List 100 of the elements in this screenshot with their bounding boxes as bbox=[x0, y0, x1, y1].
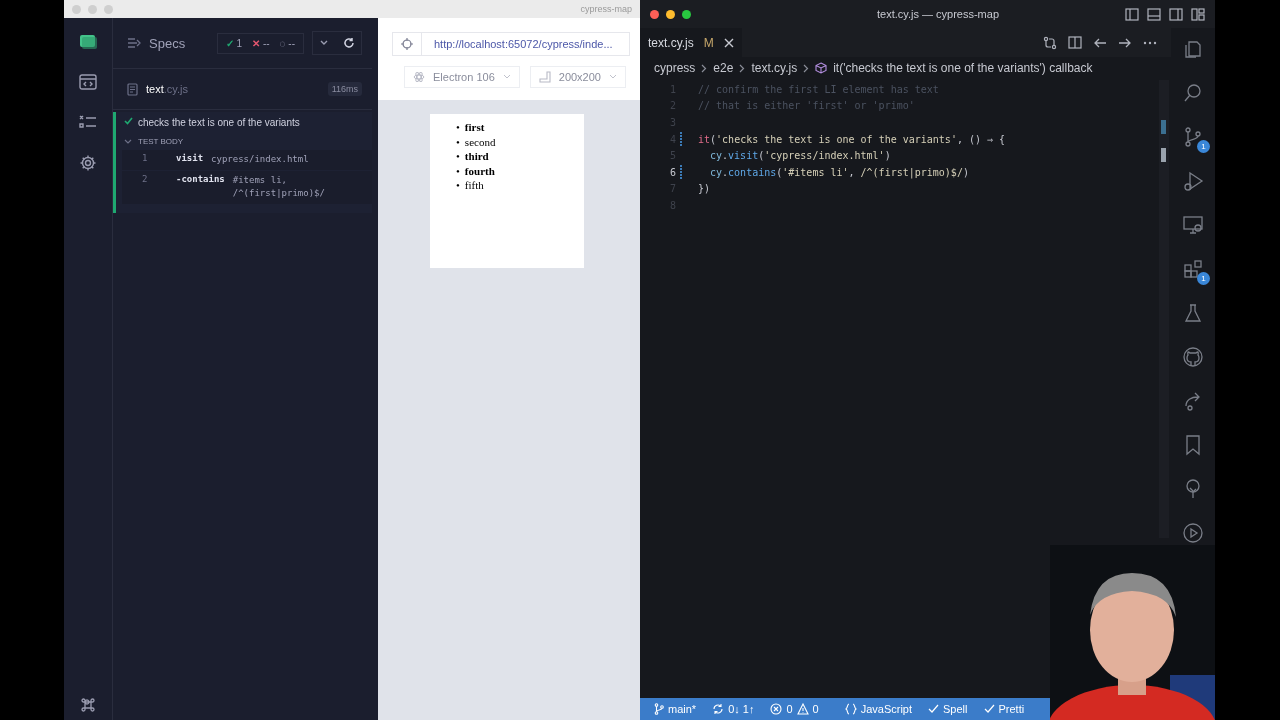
line-number: 6 bbox=[668, 166, 676, 178]
sync-status[interactable]: 0↓ 1↑ bbox=[712, 703, 755, 715]
list-item: third bbox=[464, 149, 489, 164]
list-item: fourth bbox=[464, 163, 495, 178]
browser-name: Electron 106 bbox=[433, 71, 495, 83]
browser-code-icon[interactable] bbox=[79, 74, 97, 90]
forward-arrow-icon[interactable] bbox=[1118, 36, 1132, 49]
zoom-button[interactable] bbox=[682, 9, 691, 19]
code-line: it('checks the text is one of the variants', () ⇒ { bbox=[698, 133, 1006, 145]
reload-icon[interactable] bbox=[343, 37, 355, 49]
bullet: • bbox=[456, 163, 460, 178]
close-button[interactable] bbox=[650, 9, 659, 19]
command-message: #items li, /^(first|primo)$/ bbox=[232, 173, 326, 200]
command-row[interactable]: 2 -contains #items li, /^(first|primo)$/ bbox=[122, 170, 372, 204]
sidebar-toggle-icon[interactable] bbox=[1169, 7, 1183, 21]
settings-icon[interactable] bbox=[79, 154, 97, 172]
ruler-icon bbox=[538, 71, 551, 83]
specs-title: Specs bbox=[149, 35, 186, 51]
code-line: cy.visit('cypress/index.html') bbox=[709, 150, 891, 162]
more-icon[interactable] bbox=[1143, 40, 1157, 45]
window-title: text.cy.js — cypress-map bbox=[875, 8, 1000, 20]
problems-status[interactable]: 0 0 bbox=[770, 703, 819, 715]
url-bar[interactable]: http://localhost:65072/cypress/inde... bbox=[392, 32, 630, 56]
list-item: fifth bbox=[464, 178, 484, 193]
sidebar-toggle-icon[interactable] bbox=[1125, 7, 1139, 21]
close-icon[interactable] bbox=[723, 37, 734, 48]
viewport-size: 200x200 bbox=[558, 71, 601, 83]
caret-icon[interactable] bbox=[124, 138, 132, 145]
duration-badge: 116ms bbox=[327, 82, 362, 96]
layout-icon[interactable] bbox=[1191, 7, 1205, 21]
section-label: TEST BODY bbox=[138, 137, 184, 146]
file-icon bbox=[127, 82, 138, 96]
bullet: • bbox=[456, 178, 460, 193]
command-number: 1 bbox=[142, 153, 149, 165]
chevron-down-icon bbox=[502, 74, 511, 80]
test-title[interactable]: checks the text is one of the variants bbox=[138, 117, 300, 128]
command-message: cypress/index.html bbox=[211, 153, 310, 166]
compare-icon[interactable] bbox=[1043, 35, 1057, 50]
testing-icon[interactable] bbox=[1182, 302, 1204, 324]
tab-label: text.cy.js bbox=[648, 35, 694, 50]
branch-status[interactable]: main* bbox=[654, 703, 697, 715]
chevron-down-icon bbox=[609, 74, 617, 80]
specs-list-icon bbox=[127, 37, 141, 49]
chevron-down-icon[interactable] bbox=[319, 39, 329, 47]
viewport-select[interactable]: 200x200 bbox=[529, 66, 626, 88]
modified-marker: M bbox=[703, 35, 714, 50]
check-icon bbox=[124, 117, 133, 125]
spec-file-name[interactable]: text.cy.js bbox=[146, 83, 188, 95]
debug-icon[interactable] bbox=[1182, 170, 1204, 192]
github-icon[interactable] bbox=[1182, 346, 1204, 368]
sync-icon bbox=[712, 703, 725, 715]
chevron-right-icon bbox=[701, 63, 708, 73]
command-key-icon[interactable] bbox=[81, 698, 95, 712]
check-icon bbox=[983, 704, 995, 714]
check-icon bbox=[928, 704, 940, 714]
panel-toggle-icon[interactable] bbox=[1147, 7, 1161, 21]
failed-count: ✕ -- bbox=[252, 37, 270, 49]
command-row[interactable]: 1 visit cypress/index.html bbox=[122, 150, 372, 170]
remote-icon[interactable] bbox=[1182, 214, 1204, 236]
code-line: // confirm the first LI element has text bbox=[698, 83, 939, 95]
search-icon[interactable] bbox=[1182, 82, 1204, 104]
source-control-icon[interactable] bbox=[1182, 126, 1204, 148]
list-item: second bbox=[464, 134, 496, 149]
back-arrow-icon[interactable] bbox=[1093, 36, 1107, 49]
browser-select[interactable]: Electron 106 bbox=[404, 66, 520, 88]
command-number: 2 bbox=[142, 173, 149, 186]
app-logo-icon[interactable] bbox=[79, 34, 97, 50]
electron-icon bbox=[413, 71, 425, 83]
breadcrumb-item[interactable]: cypress bbox=[654, 61, 696, 75]
minimize-button[interactable] bbox=[666, 9, 675, 19]
split-editor-icon[interactable] bbox=[1068, 36, 1082, 49]
chevron-right-icon bbox=[739, 63, 746, 73]
error-icon bbox=[770, 703, 783, 715]
checklist-icon[interactable] bbox=[79, 114, 97, 130]
play-icon[interactable] bbox=[1182, 522, 1204, 544]
crosshair-icon[interactable] bbox=[401, 38, 413, 50]
pending-count: ◌ -- bbox=[279, 37, 295, 49]
chevron-right-icon bbox=[803, 63, 810, 73]
code-line: }) bbox=[698, 183, 711, 195]
extensions-icon[interactable] bbox=[1182, 258, 1204, 280]
bullet: • bbox=[456, 120, 460, 135]
code-line: cy.contains('#items li', /^(first|primo)$/) bbox=[709, 166, 969, 178]
list-item: first bbox=[464, 120, 485, 135]
window-title: cypress-map bbox=[580, 4, 632, 14]
files-icon[interactable] bbox=[1182, 38, 1204, 60]
notification-badge: 1 bbox=[1197, 272, 1210, 285]
breadcrumb-item[interactable]: it('checks the text is one of the variants') callback bbox=[833, 61, 1093, 75]
url-text: http://localhost:65072/cypress/inde... bbox=[433, 38, 613, 50]
warning-icon bbox=[796, 703, 809, 715]
notification-badge: 1 bbox=[1197, 140, 1210, 153]
bullet: • bbox=[456, 134, 460, 149]
language-status[interactable]: JavaScript bbox=[844, 703, 913, 715]
breadcrumb-item[interactable]: text.cy.js bbox=[751, 61, 798, 75]
bullet: • bbox=[456, 149, 460, 164]
formatter-status[interactable]: Pretti bbox=[983, 703, 1025, 715]
command-name: -contains bbox=[176, 173, 225, 186]
spell-status[interactable]: Spell bbox=[928, 703, 968, 715]
command-name: visit bbox=[176, 153, 204, 165]
breadcrumb-item[interactable]: e2e bbox=[713, 61, 734, 75]
editor-tab[interactable]: text.cy.js M bbox=[640, 28, 742, 57]
